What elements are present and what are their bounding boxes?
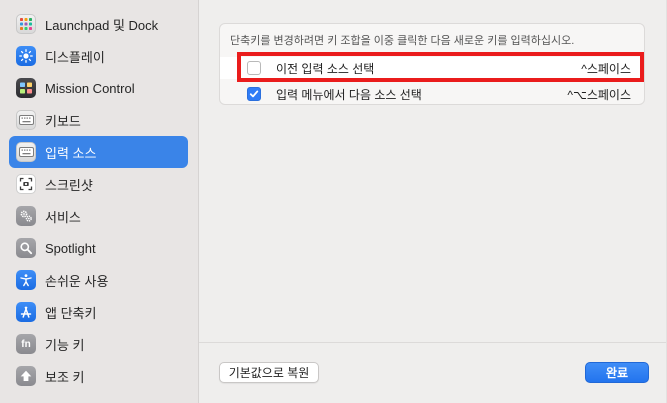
launchpad-dock-icon: [16, 14, 36, 34]
sidebar-item-accessibility[interactable]: 손쉬운 사용: [9, 264, 188, 296]
sidebar-item-label: 앱 단축키: [45, 305, 97, 321]
function-keys-icon: fn: [16, 334, 36, 354]
shortcuts-sidebar: Launchpad 및 Dock 디스플레이 Mission Control 키…: [0, 0, 199, 403]
shortcut-row-next-source[interactable]: 입력 메뉴에서 다음 소스 선택 ^⌥스페이스: [220, 83, 644, 104]
sidebar-item-label: 스크린샷: [45, 177, 93, 193]
sidebar-item-launchpad-dock[interactable]: Launchpad 및 Dock: [9, 8, 188, 40]
instruction-text: 단축키를 변경하려면 키 조합을 이중 클릭한 다음 새로운 키를 입력하십시오…: [230, 35, 575, 47]
sidebar-item-screenshot[interactable]: 스크린샷: [9, 168, 188, 200]
display-brightness-icon: [16, 46, 36, 66]
shortcut-row-previous-source[interactable]: 이전 입력 소스 선택 ^스페이스: [220, 57, 644, 79]
services-gear-icon: [16, 206, 36, 226]
next-source-checkbox[interactable]: [247, 87, 261, 101]
sidebar-item-input-sources[interactable]: 입력 소스: [9, 136, 188, 168]
mission-control-icon: [16, 78, 36, 98]
done-button[interactable]: 완료: [585, 362, 649, 383]
app-shortcuts-icon: [16, 302, 36, 322]
sidebar-item-label: 기능 키: [45, 337, 85, 353]
shortcut-keys[interactable]: ^스페이스: [581, 60, 631, 77]
sidebar-item-label: 디스플레이: [45, 49, 105, 65]
footer-divider: [199, 342, 667, 343]
sidebar-item-function-keys[interactable]: fn 기능 키: [9, 328, 188, 360]
restore-defaults-button[interactable]: 기본값으로 복원: [219, 362, 319, 383]
sidebar-item-app-shortcuts[interactable]: 앱 단축키: [9, 296, 188, 328]
shortcut-label: 입력 메뉴에서 다음 소스 선택: [276, 87, 422, 102]
sidebar-item-label: 입력 소스: [45, 145, 97, 161]
modifier-keys-icon: [16, 366, 36, 386]
sidebar-item-modifier-keys[interactable]: 보조 키: [9, 360, 188, 392]
shortcut-list-group: 단축키를 변경하려면 키 조합을 이중 클릭한 다음 새로운 키를 입력하십시오…: [219, 23, 645, 105]
spotlight-search-icon: [16, 238, 36, 258]
sidebar-item-display[interactable]: 디스플레이: [9, 40, 188, 72]
sidebar-item-label: Spotlight: [45, 240, 96, 256]
shortcut-keys[interactable]: ^⌥스페이스: [567, 86, 631, 103]
sidebar-item-label: 보조 키: [45, 369, 85, 385]
sidebar-item-label: 키보드: [45, 113, 81, 129]
sidebar-item-services[interactable]: 서비스: [9, 200, 188, 232]
keyboard-shortcuts-window: Launchpad 및 Dock 디스플레이 Mission Control 키…: [0, 0, 667, 403]
shortcut-label: 이전 입력 소스 선택: [276, 61, 375, 76]
sidebar-item-label: Mission Control: [45, 80, 135, 96]
input-sources-icon: [16, 142, 36, 162]
screenshot-icon: [16, 174, 36, 194]
sidebar-item-mission-control[interactable]: Mission Control: [9, 72, 188, 104]
sidebar-item-keyboard[interactable]: 키보드: [9, 104, 188, 136]
checkmark-icon: [249, 90, 259, 98]
keyboard-icon: [16, 110, 36, 130]
sidebar-item-label: Launchpad 및 Dock: [45, 17, 159, 33]
sidebar-list: Launchpad 및 Dock 디스플레이 Mission Control 키…: [9, 8, 188, 392]
sidebar-item-spotlight[interactable]: Spotlight: [9, 232, 188, 264]
sidebar-item-label: 서비스: [45, 209, 81, 225]
accessibility-icon: [16, 270, 36, 290]
shortcuts-detail-pane: 단축키를 변경하려면 키 조합을 이중 클릭한 다음 새로운 키를 입력하십시오…: [199, 0, 667, 403]
sidebar-item-label: 손쉬운 사용: [45, 273, 109, 289]
previous-source-checkbox[interactable]: [247, 61, 261, 75]
